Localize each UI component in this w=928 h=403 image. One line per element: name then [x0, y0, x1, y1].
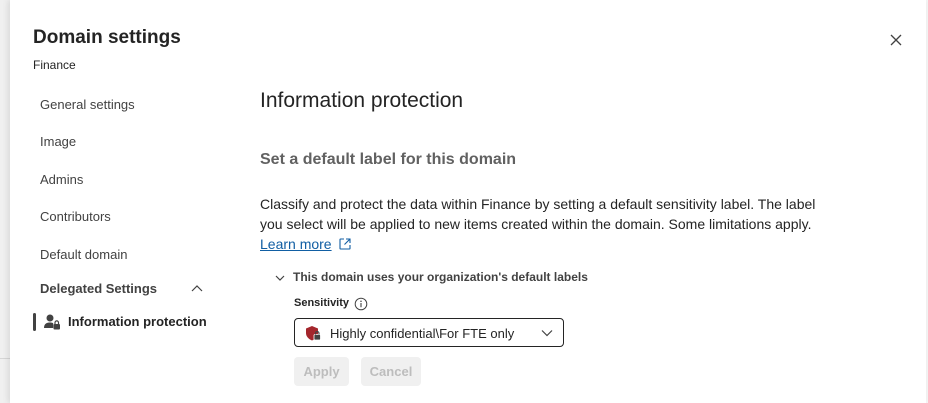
- nav-item-default-domain[interactable]: Default domain: [40, 247, 127, 262]
- nav-group-label: Delegated Settings: [40, 281, 158, 296]
- sensitivity-dropdown[interactable]: Highly confidential\For FTE only: [294, 318, 564, 347]
- shield-lock-icon: [306, 326, 321, 341]
- nav-item-image[interactable]: Image: [40, 134, 76, 149]
- nav-group-delegated-settings[interactable]: Delegated Settings: [40, 281, 205, 296]
- cancel-button[interactable]: Cancel: [361, 357, 421, 386]
- background-page-edge: [0, 0, 10, 403]
- chevron-down-icon: [541, 330, 553, 337]
- selected-indicator: [33, 313, 36, 331]
- nav-item-admins[interactable]: Admins: [40, 172, 83, 187]
- page-title: Information protection: [260, 89, 464, 112]
- background-divider: [0, 358, 10, 359]
- expander-label: This domain uses your organization's def…: [293, 270, 588, 284]
- section-title: Set a default label for this domain: [260, 151, 517, 168]
- learn-more-link[interactable]: Learn more: [260, 236, 332, 252]
- description: Classify and protect the data within Fin…: [260, 194, 820, 254]
- chevron-down-icon: [275, 275, 285, 281]
- sensitivity-value: Highly confidential\For FTE only: [330, 326, 515, 341]
- close-button[interactable]: [887, 31, 905, 49]
- sensitivity-label: Sensitivity: [294, 297, 350, 309]
- panel-subtitle: Finance: [33, 58, 76, 72]
- nav-item-information-protection[interactable]: Information protection: [33, 311, 233, 333]
- domain-settings-panel: Domain settings Finance General settings…: [10, 0, 926, 403]
- nav-item-label: Information protection: [68, 314, 207, 329]
- panel-title: Domain settings: [33, 27, 181, 48]
- person-lock-icon: [44, 314, 60, 330]
- apply-button[interactable]: Apply: [294, 357, 349, 386]
- info-icon[interactable]: [354, 297, 368, 311]
- chevron-up-icon: [191, 285, 203, 292]
- nav-item-contributors[interactable]: Contributors: [40, 209, 111, 224]
- external-link-icon[interactable]: [338, 237, 352, 251]
- nav-item-general-settings[interactable]: General settings: [40, 97, 135, 112]
- close-icon: [890, 34, 902, 46]
- description-text: Classify and protect the data within Fin…: [260, 196, 816, 232]
